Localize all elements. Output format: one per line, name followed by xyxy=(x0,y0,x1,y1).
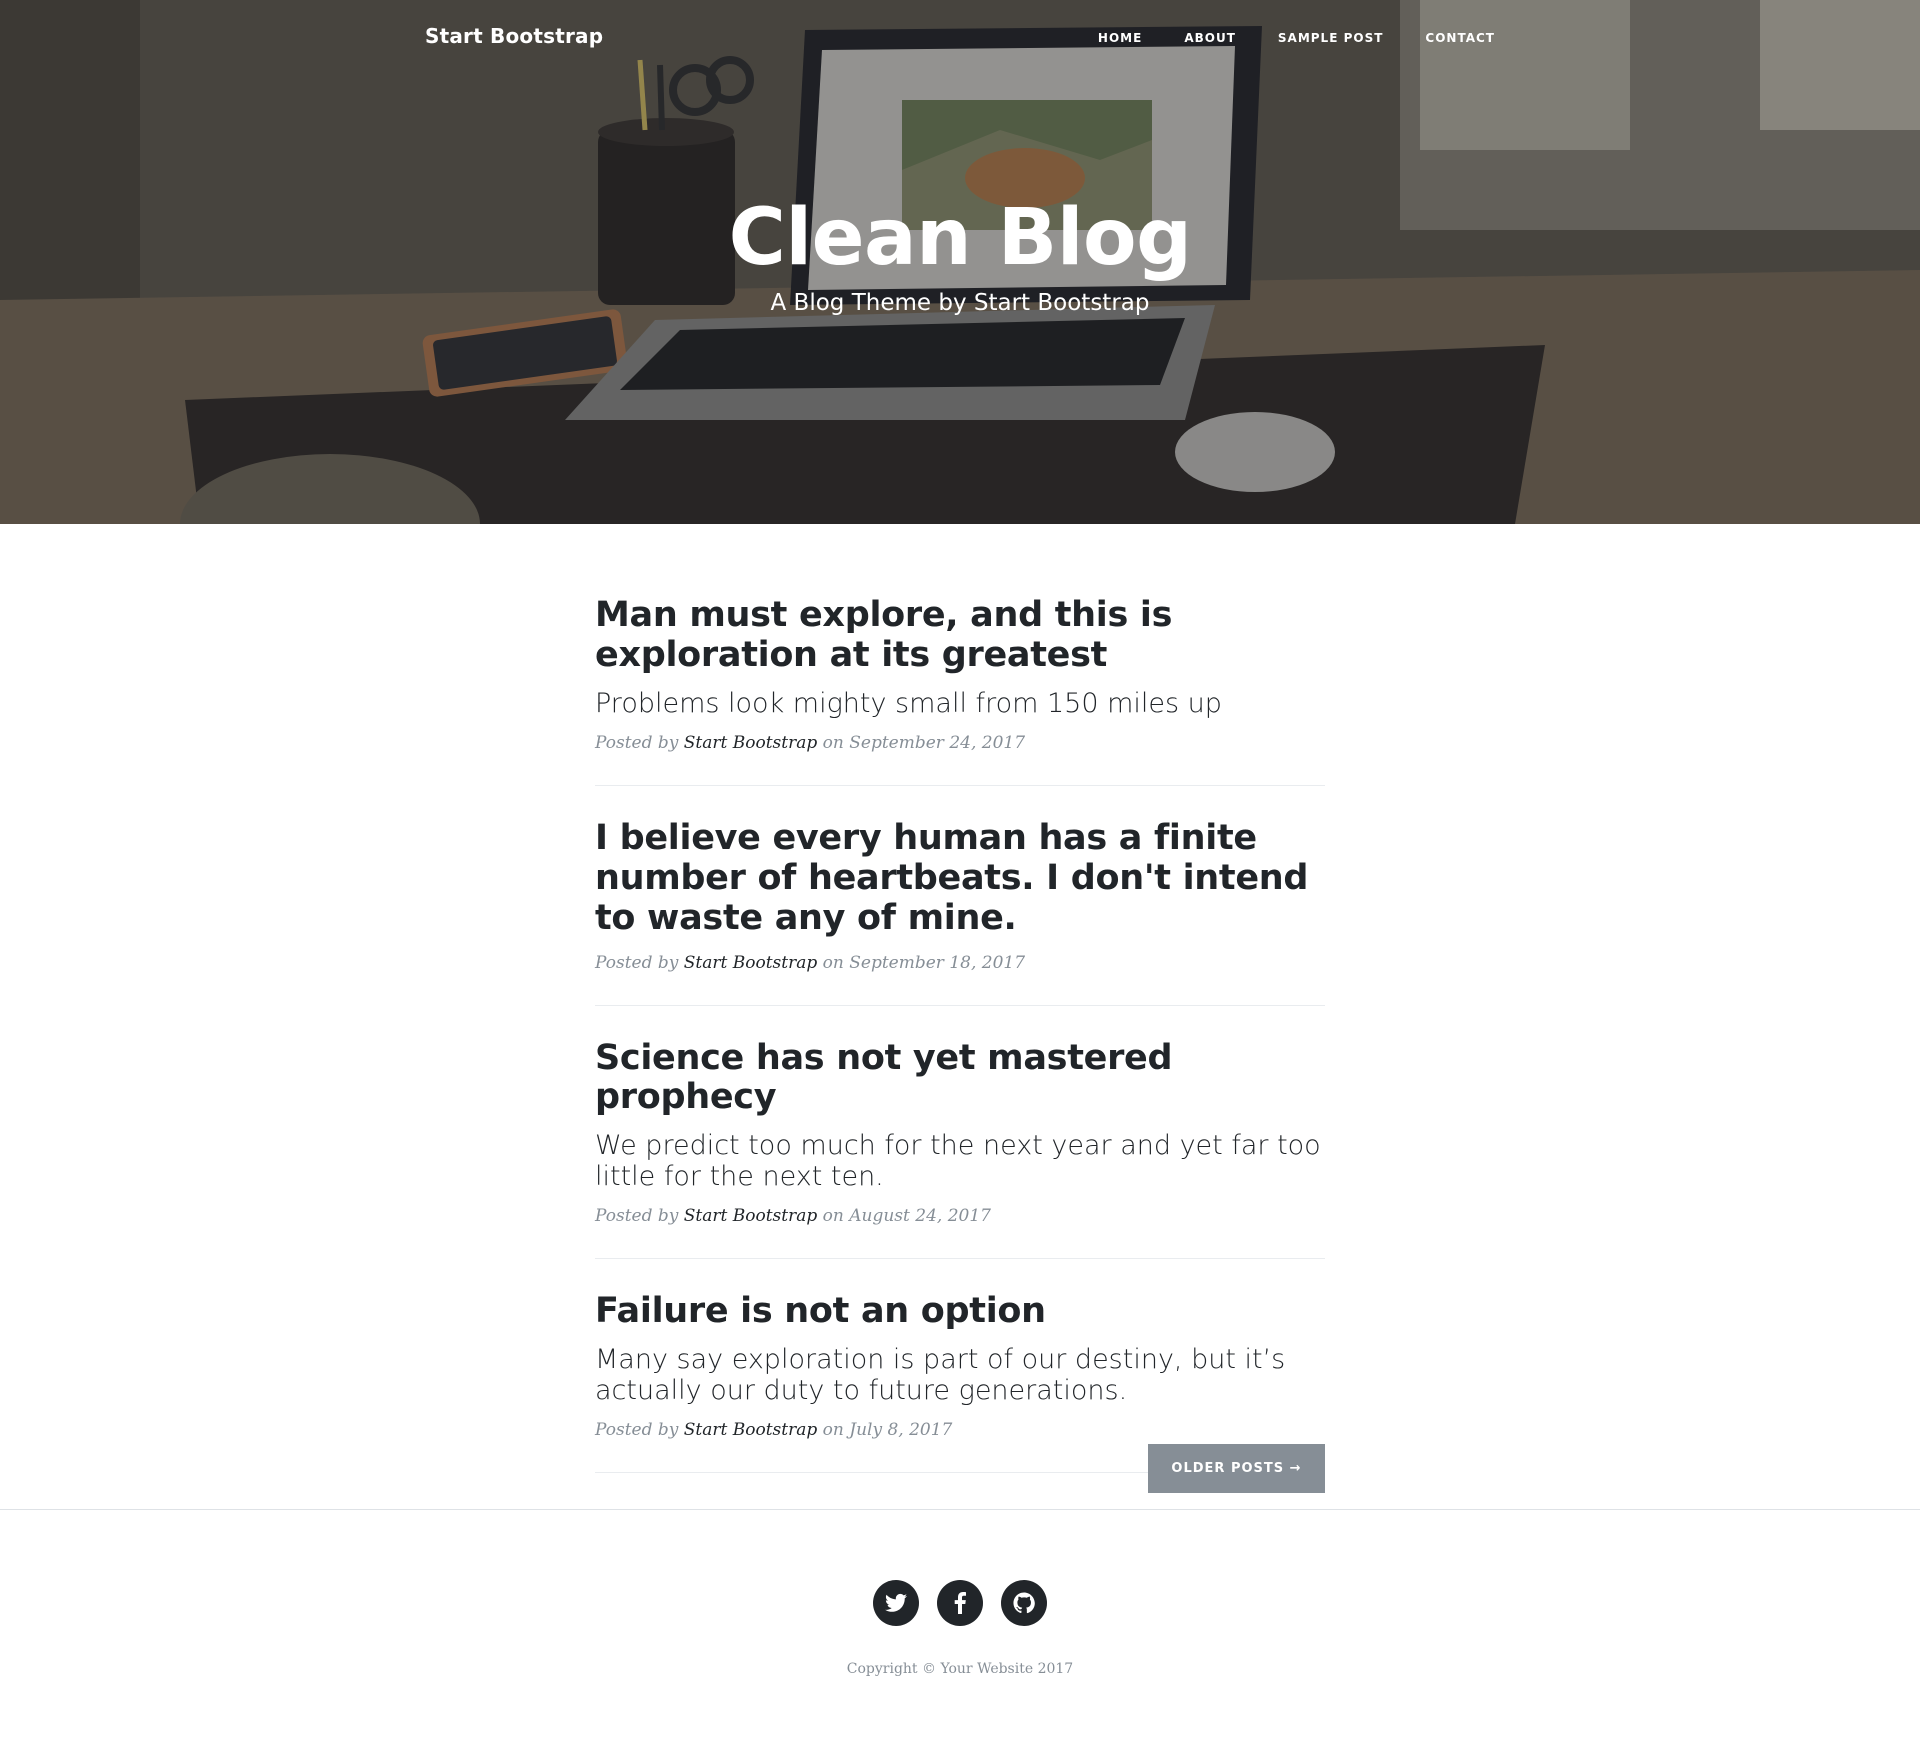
copyright-text: Copyright © Your Website 2017 xyxy=(846,1661,1074,1677)
post-link[interactable]: I believe every human has a finite numbe… xyxy=(595,818,1325,939)
post-preview: Man must explore, and this is exploratio… xyxy=(595,595,1325,786)
post-link[interactable]: Science has not yet mastered prophecy We… xyxy=(595,1038,1325,1193)
social-links xyxy=(0,1580,1920,1626)
on-label: on xyxy=(822,732,844,753)
main-navbar: Start Bootstrap HOME ABOUT SAMPLE POST C… xyxy=(0,0,1920,76)
post-subtitle[interactable]: Problems look mighty small from 150 mile… xyxy=(595,688,1325,719)
posted-by-label: Posted by xyxy=(595,1420,679,1441)
posted-by-label: Posted by xyxy=(595,1206,679,1227)
post-meta: Posted by Start Bootstrap on July 8, 201… xyxy=(595,1420,1325,1440)
twitter-icon[interactable] xyxy=(873,1580,919,1626)
post-author-link[interactable]: Start Bootstrap xyxy=(684,953,817,973)
post-title[interactable]: Science has not yet mastered prophecy xyxy=(595,1038,1325,1119)
hero-heading-group: Clean Blog A Blog Theme by Start Bootstr… xyxy=(0,193,1920,316)
post-meta: Posted by Start Bootstrap on September 2… xyxy=(595,733,1325,753)
post-author-link[interactable]: Start Bootstrap xyxy=(684,1206,817,1226)
nav-link-home[interactable]: HOME xyxy=(1056,31,1142,45)
navbar-brand[interactable]: Start Bootstrap xyxy=(425,24,603,48)
post-subtitle[interactable]: Many say exploration is part of our dest… xyxy=(595,1344,1325,1406)
post-link[interactable]: Failure is not an option Many say explor… xyxy=(595,1291,1325,1406)
nav-link-sample-post[interactable]: SAMPLE POST xyxy=(1236,31,1384,45)
site-subtitle: A Blog Theme by Start Bootstrap xyxy=(770,289,1150,316)
post-subtitle[interactable]: We predict too much for the next year an… xyxy=(595,1130,1325,1192)
nav-link-contact[interactable]: CONTACT xyxy=(1383,31,1495,45)
on-label: on xyxy=(822,1420,844,1441)
post-date: August 24, 2017 xyxy=(849,1206,991,1227)
facebook-icon[interactable] xyxy=(937,1580,983,1626)
post-author-link[interactable]: Start Bootstrap xyxy=(684,733,817,753)
posted-by-label: Posted by xyxy=(595,952,679,973)
hero-header: Clean Blog A Blog Theme by Start Bootstr… xyxy=(0,0,1920,524)
site-title: Clean Blog xyxy=(728,193,1192,283)
post-title[interactable]: Failure is not an option xyxy=(595,1291,1325,1332)
nav-link-about[interactable]: ABOUT xyxy=(1142,31,1236,45)
post-date: September 24, 2017 xyxy=(849,732,1026,753)
pager: OLDER POSTS → xyxy=(1148,1444,1325,1493)
post-preview: I believe every human has a finite numbe… xyxy=(595,818,1325,1006)
github-icon[interactable] xyxy=(1001,1580,1047,1626)
post-link[interactable]: Man must explore, and this is exploratio… xyxy=(595,595,1325,719)
on-label: on xyxy=(822,1206,844,1227)
post-meta: Posted by Start Bootstrap on September 1… xyxy=(595,953,1325,973)
post-author-link[interactable]: Start Bootstrap xyxy=(684,1420,817,1440)
footer-divider xyxy=(0,1509,1920,1510)
post-title[interactable]: Man must explore, and this is exploratio… xyxy=(595,595,1325,676)
post-list: Man must explore, and this is exploratio… xyxy=(595,595,1325,1506)
post-preview: Science has not yet mastered prophecy We… xyxy=(595,1038,1325,1260)
post-date: September 18, 2017 xyxy=(849,952,1026,973)
older-posts-button[interactable]: OLDER POSTS → xyxy=(1148,1444,1325,1493)
post-title[interactable]: I believe every human has a finite numbe… xyxy=(595,818,1325,939)
on-label: on xyxy=(822,952,844,973)
posted-by-label: Posted by xyxy=(595,732,679,753)
post-date: July 8, 2017 xyxy=(849,1420,953,1441)
nav-links: HOME ABOUT SAMPLE POST CONTACT xyxy=(1056,31,1495,45)
post-meta: Posted by Start Bootstrap on August 24, … xyxy=(595,1206,1325,1226)
